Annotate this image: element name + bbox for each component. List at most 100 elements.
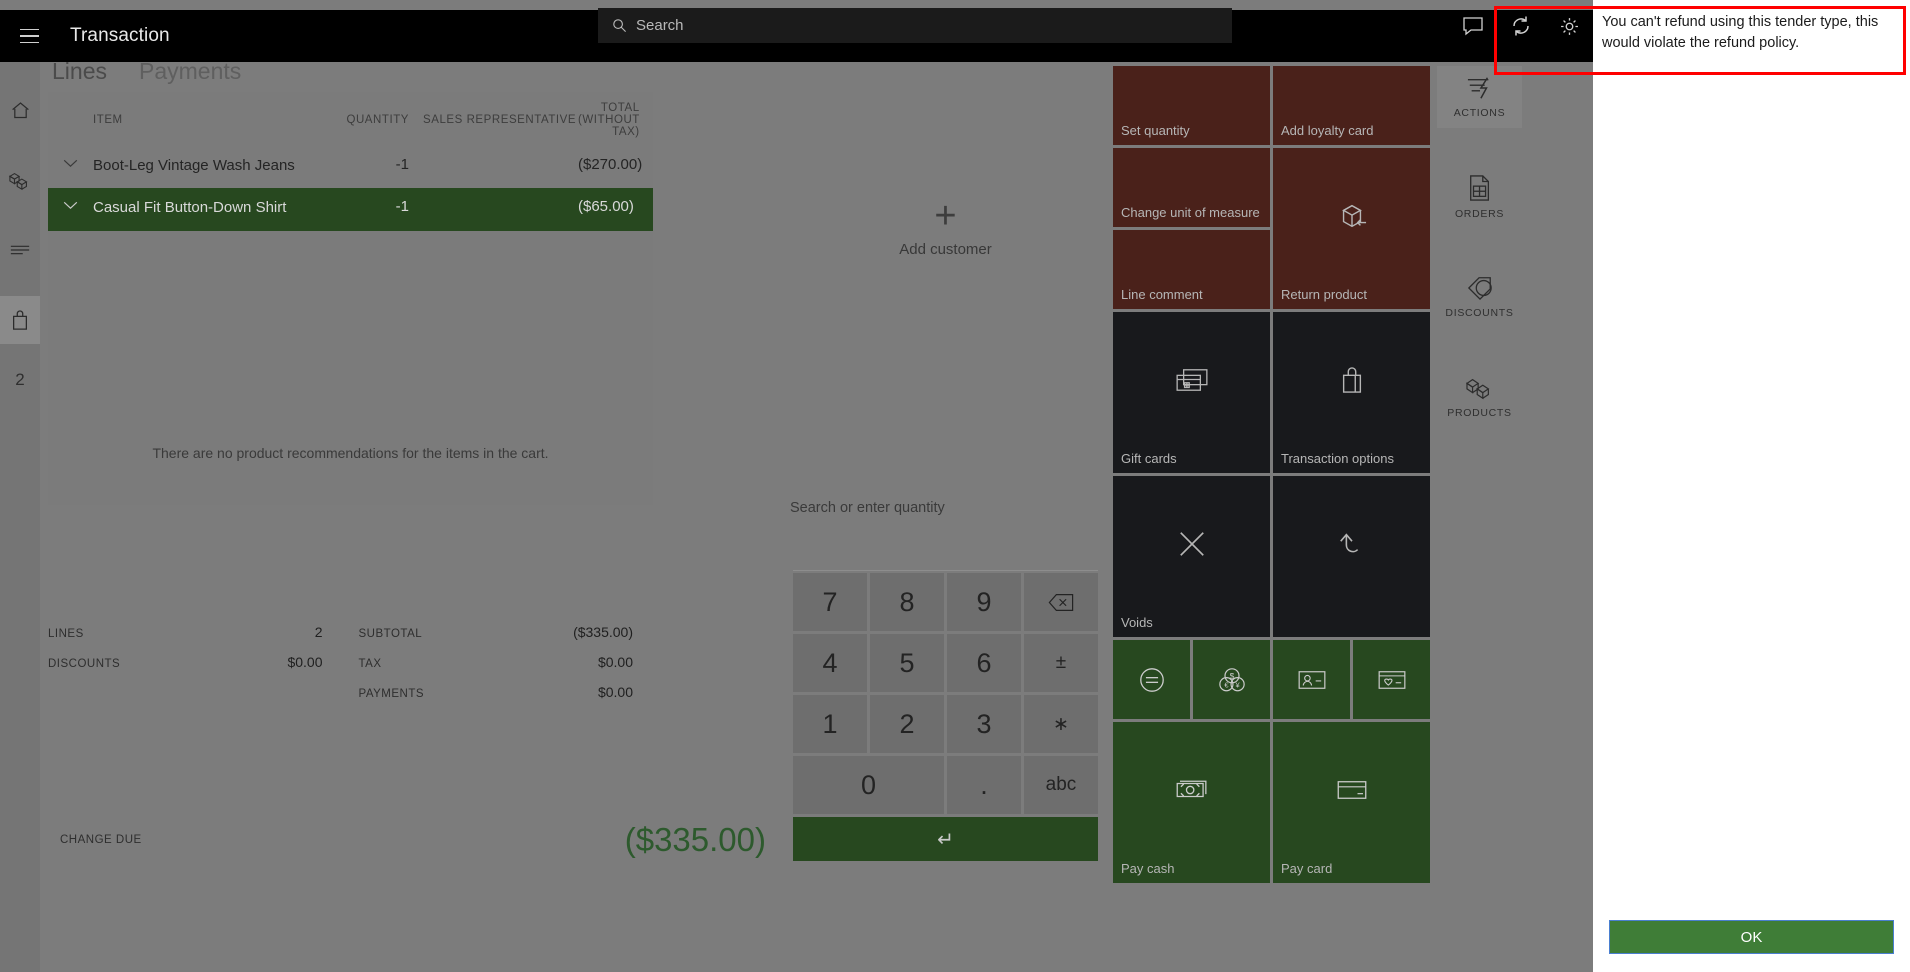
left-navigation-rail: 2 — [0, 62, 40, 972]
tile-pay-customer-account[interactable] — [1273, 640, 1350, 719]
numpad-key-backspace[interactable] — [1024, 573, 1098, 631]
tile-voids[interactable]: Voids — [1113, 476, 1270, 637]
tile-pay-exact-amount[interactable] — [1113, 640, 1190, 719]
numpad-key-0[interactable]: 0 — [793, 756, 944, 814]
comment-icon[interactable] — [1449, 0, 1497, 52]
table-row[interactable]: Casual Fit Button-Down Shirt -1 ($65.00) — [48, 188, 653, 231]
rnav-label: ACTIONS — [1453, 107, 1506, 119]
ok-button[interactable]: OK — [1609, 920, 1894, 954]
notification-panel: You can't refund using this tender type,… — [1593, 0, 1910, 972]
tile-tax-overrides[interactable] — [1273, 476, 1430, 637]
currency-coins-icon: $ € ¥ — [1193, 640, 1270, 719]
total-subtotal-label: SUBTOTAL — [358, 628, 423, 640]
tile-label: Set quantity — [1121, 123, 1190, 139]
numpad-key-4[interactable]: 4 — [793, 634, 867, 692]
total-payments-value: $0.00 — [597, 684, 633, 700]
sidebar-item-cart[interactable] — [0, 296, 40, 344]
numpad-key-plus-minus[interactable]: ± — [1024, 634, 1098, 692]
total-payments: PAYMENTS $0.00 — [359, 684, 634, 700]
cart-header-row: ITEM QUANTITY SALES REPRESENTATIVE TOTAL… — [48, 92, 653, 146]
numpad-key-1[interactable]: 1 — [793, 695, 867, 753]
tile-pay-card[interactable]: Pay card — [1273, 722, 1430, 883]
rnav-item-products[interactable]: PRODUCTS — [1437, 366, 1522, 428]
tile-label: Pay card — [1281, 861, 1333, 877]
right-navigation: ACTIONS ORDERS DISCOUNTS PRODUCTS — [1437, 66, 1522, 428]
orders-document-icon — [1469, 175, 1489, 201]
rnav-label: PRODUCTS — [1447, 407, 1512, 419]
pos-screen: Transaction Search 2 Lines Payments ITEM… — [0, 0, 1910, 972]
line-item-quantity: -1 — [395, 198, 409, 216]
numpad-divider — [793, 570, 1098, 571]
tile-pay-loyalty[interactable] — [1353, 640, 1430, 719]
equals-circle-icon — [1113, 640, 1190, 719]
id-card-icon — [1273, 640, 1350, 719]
tile-label: Transaction options — [1281, 451, 1394, 467]
numpad-key-7[interactable]: 7 — [793, 573, 867, 631]
pos-application-dimmed: Transaction Search 2 Lines Payments ITEM… — [0, 0, 1593, 972]
tile-pay-currency[interactable]: $ € ¥ — [1193, 640, 1270, 719]
tile-change-unit-of-measure[interactable]: Change unit of measure — [1113, 148, 1270, 227]
rnav-label: ORDERS — [1454, 208, 1505, 220]
search-input[interactable]: Search — [598, 8, 1232, 43]
chevron-down-icon[interactable] — [48, 198, 93, 210]
shopping-bag-icon — [13, 309, 27, 330]
action-tile-grid: Set quantity Add loyalty card Change uni… — [1113, 66, 1430, 883]
notification-message: You can't refund using this tender type,… — [1602, 14, 1879, 51]
total-lines: LINES 2 — [48, 624, 323, 640]
numpad-key-5[interactable]: 5 — [870, 634, 944, 692]
sidebar-item-home[interactable] — [0, 86, 40, 134]
refresh-icon[interactable] — [1497, 0, 1545, 52]
column-header-item: ITEM — [93, 114, 123, 126]
total-subtotal-value: ($335.00) — [573, 624, 633, 640]
add-customer-button[interactable]: + Add customer — [793, 62, 1098, 392]
column-header-sales-rep: SALES REPRESENTATIVE — [423, 114, 577, 126]
home-icon — [11, 101, 29, 118]
tab-payments[interactable]: Payments — [139, 58, 241, 85]
total-discounts-label: DISCOUNTS — [48, 658, 121, 670]
tile-pay-cash[interactable]: Pay cash — [1113, 722, 1270, 883]
total-discounts: DISCOUNTS $0.00 — [48, 654, 323, 670]
tile-label: Gift cards — [1121, 451, 1177, 467]
tab-lines[interactable]: Lines — [52, 58, 107, 85]
numpad-key-abc[interactable]: abc — [1024, 756, 1098, 814]
rnav-item-discounts[interactable]: DISCOUNTS — [1437, 266, 1522, 328]
cart-panel: ITEM QUANTITY SALES REPRESENTATIVE TOTAL… — [48, 92, 653, 505]
rnav-item-orders[interactable]: ORDERS — [1437, 166, 1522, 228]
shopping-bag-icon — [1273, 312, 1430, 447]
numpad-key-8[interactable]: 8 — [870, 573, 944, 631]
numpad-key-3[interactable]: 3 — [947, 695, 1021, 753]
numpad-key-2[interactable]: 2 — [870, 695, 944, 753]
change-due-panel: CHANGE DUE ($335.00) — [48, 810, 786, 870]
page-title: Transaction — [70, 25, 170, 46]
settings-gear-icon[interactable] — [1545, 0, 1593, 52]
tile-transaction-options[interactable]: Transaction options — [1273, 312, 1430, 473]
hamburger-menu-icon[interactable] — [8, 10, 50, 62]
sidebar-item-products[interactable] — [0, 156, 40, 204]
line-item-name: Casual Fit Button-Down Shirt — [93, 199, 287, 217]
numpad-key-9[interactable]: 9 — [947, 573, 1021, 631]
tile-return-product[interactable]: Return product — [1273, 148, 1430, 309]
totals-panel: LINES 2 DISCOUNTS $0.00 SUBTOTAL ($335.0… — [48, 618, 653, 708]
chevron-down-icon[interactable] — [48, 156, 93, 168]
add-customer-label: Add customer — [899, 240, 992, 258]
numpad-key-6[interactable]: 6 — [947, 634, 1021, 692]
tile-add-loyalty-card[interactable]: Add loyalty card — [1273, 66, 1430, 145]
rnav-item-actions[interactable]: ACTIONS — [1437, 66, 1522, 128]
sidebar-item-lines[interactable] — [0, 226, 40, 274]
numpad-key-decimal[interactable]: . — [947, 756, 1021, 814]
numpad-key-asterisk[interactable]: ∗ — [1024, 695, 1098, 753]
tile-gift-cards[interactable]: Gift cards — [1113, 312, 1270, 473]
column-header-quantity: QUANTITY — [346, 114, 409, 126]
total-tax-label: TAX — [358, 658, 382, 670]
table-row[interactable]: Boot-Leg Vintage Wash Jeans -1 ($270.00) — [48, 146, 653, 188]
line-item-total: ($270.00) — [578, 156, 643, 173]
tile-label: Change unit of measure — [1121, 205, 1260, 221]
return-box-icon — [1273, 148, 1430, 283]
cash-bill-icon — [1113, 722, 1270, 857]
tile-line-comment[interactable]: Line comment — [1113, 230, 1270, 309]
numpad-hint: Search or enter quantity — [790, 500, 945, 516]
tile-label: Return product — [1281, 287, 1367, 303]
numpad-key-enter[interactable]: ↵ — [793, 817, 1098, 861]
tile-set-quantity[interactable]: Set quantity — [1113, 66, 1270, 145]
search-placeholder: Search — [636, 17, 684, 34]
